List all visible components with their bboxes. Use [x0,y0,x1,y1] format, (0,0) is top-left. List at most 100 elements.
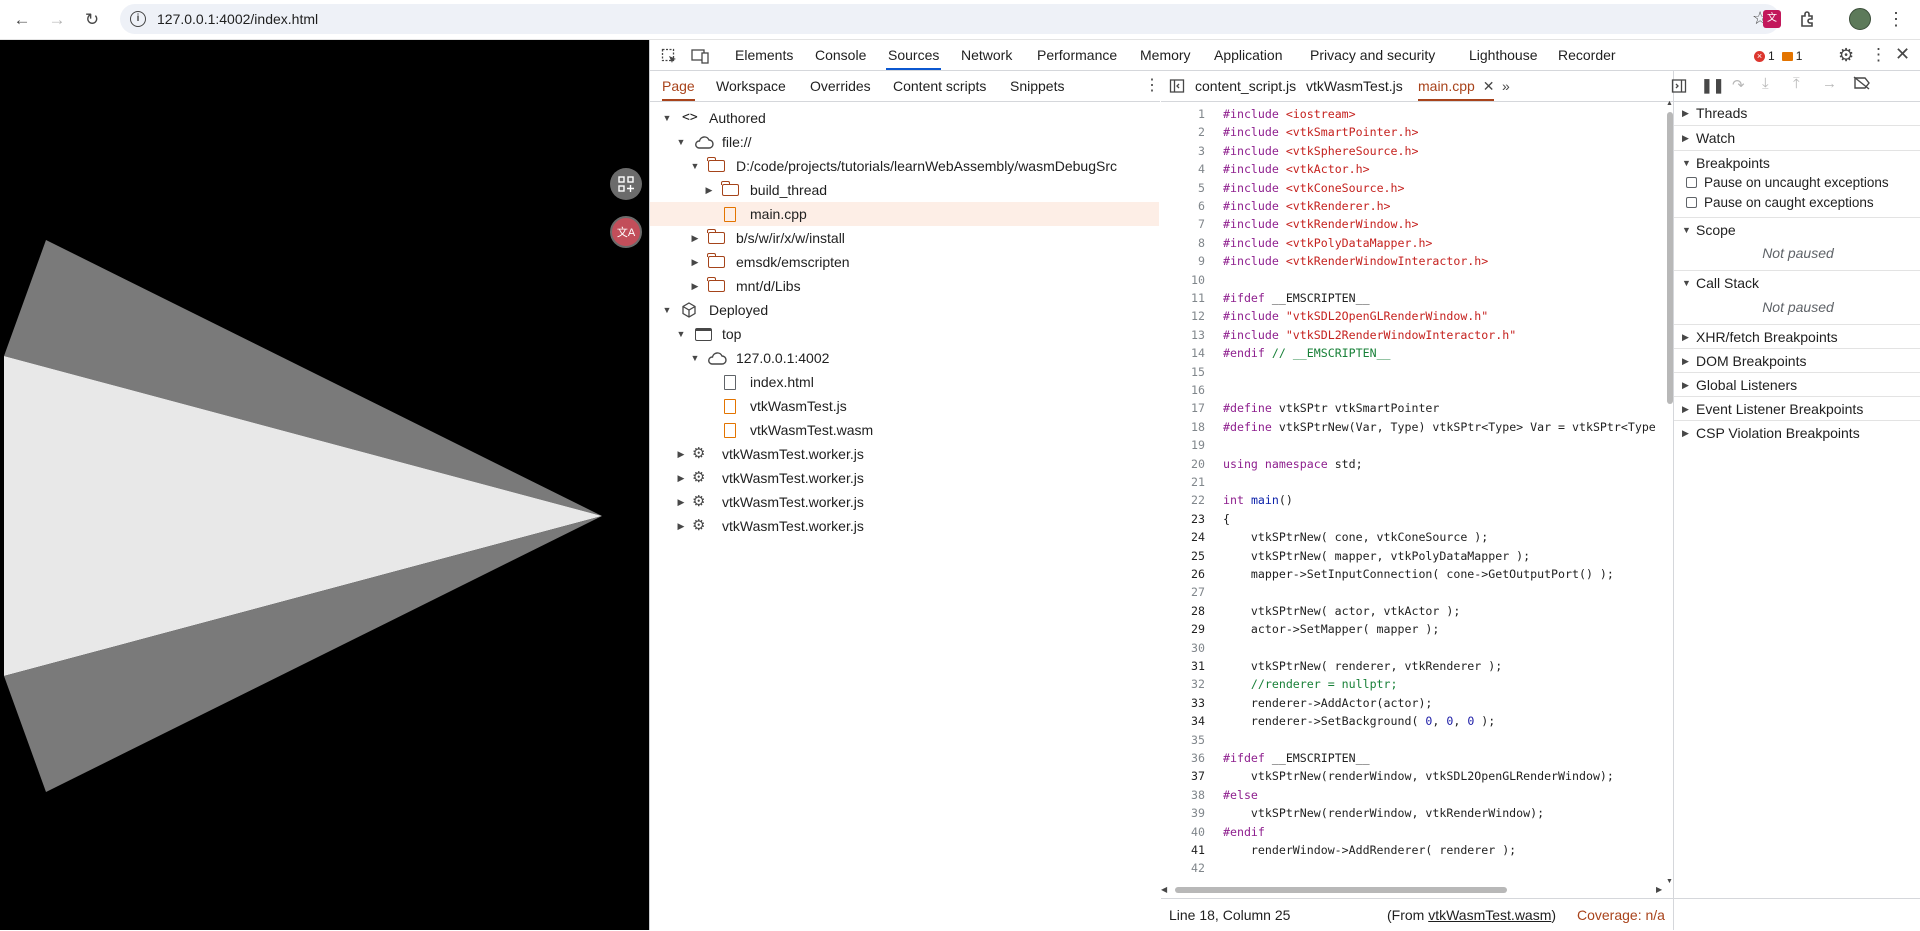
tree-item-deployed[interactable]: ▼ Deployed [650,298,1159,322]
tab-privacy-security[interactable]: Privacy and security [1308,40,1437,70]
code-text[interactable]: #ifdef __EMSCRIPTEN__ [1223,289,1370,307]
tree-item-main-cpp[interactable]: main.cpp [650,202,1159,226]
code-text[interactable]: renderer->AddActor(actor); [1223,694,1433,712]
code-line[interactable]: 38 #else [1161,786,1661,804]
line-number[interactable]: 9 [1161,252,1205,270]
code-line[interactable]: 33 renderer->AddActor(actor); [1161,694,1661,712]
line-number[interactable]: 26 [1161,565,1205,583]
tree-item-top[interactable]: ▼ top [650,322,1159,346]
code-text[interactable]: renderer->SetBackground( 0, 0, 0 ); [1223,712,1495,730]
code-text[interactable]: actor->SetMapper( mapper ); [1223,620,1439,638]
tree-item-js[interactable]: vtkWasmTest.js [650,394,1159,418]
code-text[interactable]: vtkSPtrNew(renderWindow, vtkSDL2OpenGLRe… [1223,767,1614,785]
code-text[interactable]: #endif [1223,823,1265,841]
line-number[interactable]: 25 [1161,547,1205,565]
code-line[interactable]: 14 #endif // __EMSCRIPTEN__ [1161,344,1661,362]
address-bar[interactable]: i 127.0.0.1:4002/index.html ☆ [120,4,1780,34]
code-text[interactable]: #include <vtkSmartPointer.h> [1223,123,1418,141]
profile-avatar[interactable] [1849,8,1871,30]
error-counter[interactable]: × 1 1 [1754,48,1802,64]
line-number[interactable]: 12 [1161,307,1205,325]
code-line[interactable]: 25 vtkSPtrNew( mapper, vtkPolyDataMapper… [1161,547,1661,565]
line-number[interactable]: 37 [1161,767,1205,785]
line-number[interactable]: 21 [1161,473,1205,491]
floating-translate-button[interactable]: 文A [610,216,642,248]
more-tabs-chevron-icon[interactable]: » [1502,71,1510,101]
line-number[interactable]: 10 [1161,271,1205,289]
pause-caught-row[interactable]: Pause on caught exceptions [1674,191,1920,215]
code-text[interactable]: #include <vtkRenderWindowInteractor.h> [1223,252,1488,270]
line-number[interactable]: 40 [1161,823,1205,841]
editor-tab-vtkwasmtest-js[interactable]: vtkWasmTest.js [1306,71,1403,101]
cursor-position[interactable]: Line 18, Column 25 [1169,907,1290,923]
section-watch[interactable]: ▶ Watch [1674,125,1920,150]
code-text[interactable]: vtkSPtrNew( cone, vtkConeSource ); [1223,528,1488,546]
code-line[interactable]: 27 [1161,583,1661,601]
tab-lighthouse[interactable]: Lighthouse [1467,40,1540,70]
code-line[interactable]: 12 #include "vtkSDL2OpenGLRenderWindow.h" [1161,307,1661,325]
line-number[interactable]: 32 [1161,675,1205,693]
step-out-icon[interactable]: ⤒ [1793,75,1800,92]
tree-item-host[interactable]: ▼ 127.0.0.1:4002 [650,346,1159,370]
settings-gear-icon[interactable]: ⚙ [1838,45,1854,66]
tree-item-worker[interactable]: ▶ ⚙​ vtkWasmTest.worker.js [650,442,1159,466]
tree-item-worker[interactable]: ▶ ⚙ vtkWasmTest.worker.js [650,490,1159,514]
tab-recorder[interactable]: Recorder [1556,40,1618,70]
line-number[interactable]: 39 [1161,804,1205,822]
code-line[interactable]: 24 vtkSPtrNew( cone, vtkConeSource ); [1161,528,1661,546]
code-text[interactable]: #include "vtkSDL2OpenGLRenderWindow.h" [1223,307,1488,325]
tree-item-install[interactable]: ▶ b/s/w/ir/x/w/install [650,226,1159,250]
tab-network[interactable]: Network [959,40,1014,70]
line-number[interactable]: 33 [1161,694,1205,712]
step-icon[interactable]: → [1822,75,1837,92]
code-line[interactable]: 31 vtkSPtrNew( renderer, vtkRenderer ); [1161,657,1661,675]
line-number[interactable]: 20 [1161,455,1205,473]
source-origin-link[interactable]: vtkWasmTest.wasm [1428,907,1551,923]
code-line[interactable]: 41 renderWindow->AddRenderer( renderer )… [1161,841,1661,859]
code-line[interactable]: 28 vtkSPtrNew( actor, vtkActor ); [1161,602,1661,620]
close-devtools-icon[interactable]: ✕ [1895,44,1910,65]
line-number[interactable]: 30 [1161,639,1205,657]
tree-item-index-html[interactable]: index.html [650,370,1159,394]
section-scope[interactable]: ▼ Scope [1674,217,1920,242]
code-line[interactable]: 6 #include <vtkRenderer.h> [1161,197,1661,215]
code-line[interactable]: 11 #ifdef __EMSCRIPTEN__ [1161,289,1661,307]
forward-icon[interactable]: → [44,7,70,33]
line-number[interactable]: 7 [1161,215,1205,233]
code-text[interactable]: using namespace std; [1223,455,1363,473]
code-text[interactable]: #endif // __EMSCRIPTEN__ [1223,344,1391,362]
code-text[interactable]: #else [1223,786,1258,804]
navigator-more-icon[interactable]: ⋮ [1144,71,1160,101]
code-text[interactable]: #include <vtkRenderWindow.h> [1223,215,1418,233]
nav-tab-workspace[interactable]: Workspace [716,71,786,101]
tree-item-wasm[interactable]: vtkWasmTest.wasm [650,418,1159,442]
section-global-listeners[interactable]: ▶ Global Listeners [1674,372,1920,397]
line-number[interactable]: 31 [1161,657,1205,675]
code-line[interactable]: 22 int main() [1161,491,1661,509]
code-text[interactable]: vtkSPtrNew( actor, vtkActor ); [1223,602,1460,620]
line-number[interactable]: 28 [1161,602,1205,620]
line-number[interactable]: 42 [1161,859,1205,877]
tab-performance[interactable]: Performance [1035,40,1119,70]
line-number[interactable]: 38 [1161,786,1205,804]
step-into-icon[interactable]: ⤓ [1762,75,1769,92]
code-text[interactable]: #include <vtkPolyDataMapper.h> [1223,234,1432,252]
line-number[interactable]: 16 [1161,381,1205,399]
section-threads[interactable]: ▶ Threads [1674,101,1920,125]
code-line[interactable]: 39 vtkSPtrNew(renderWindow, vtkRenderWin… [1161,804,1661,822]
step-over-icon[interactable]: ↷ [1732,76,1745,94]
line-number[interactable]: 4 [1161,160,1205,178]
code-line[interactable]: 5 #include <vtkConeSource.h> [1161,179,1661,197]
line-number[interactable]: 5 [1161,179,1205,197]
section-csp-breakpoints[interactable]: ▶ CSP Violation Breakpoints [1674,420,1920,445]
code-line[interactable]: 29 actor->SetMapper( mapper ); [1161,620,1661,638]
nav-tab-content-scripts[interactable]: Content scripts [893,71,986,101]
line-number[interactable]: 11 [1161,289,1205,307]
section-event-listener-breakpoints[interactable]: ▶ Event Listener Breakpoints [1674,396,1920,421]
line-number[interactable]: 22 [1161,491,1205,509]
line-number[interactable]: 1 [1161,105,1205,123]
tab-memory[interactable]: Memory [1138,40,1193,70]
deactivate-breakpoints-icon[interactable] [1853,76,1871,93]
code-text[interactable]: //renderer = nullptr; [1223,675,1398,693]
code-line[interactable]: 18 #define vtkSPtrNew(Var, Type) vtkSPtr<… [1161,418,1661,436]
